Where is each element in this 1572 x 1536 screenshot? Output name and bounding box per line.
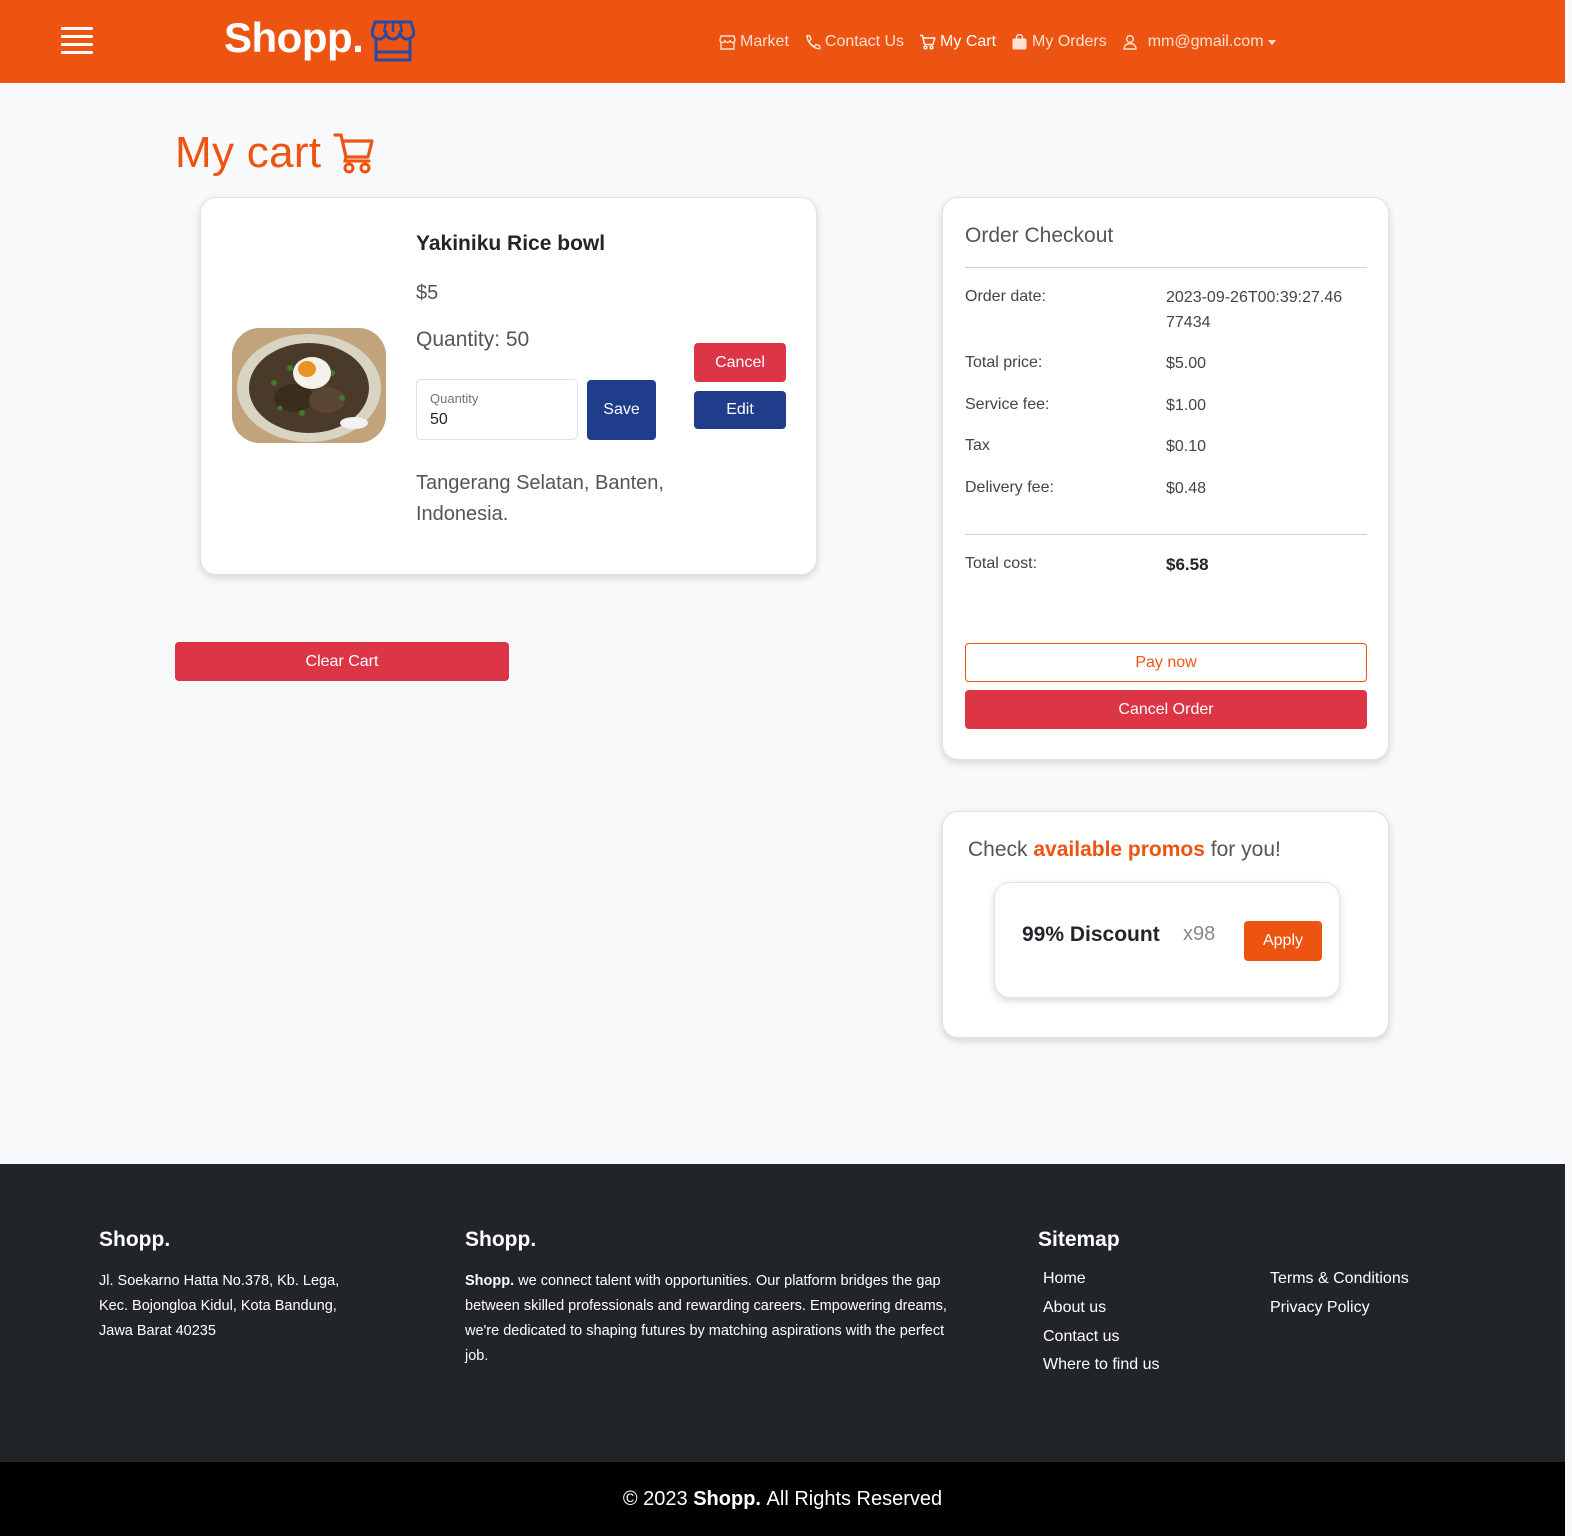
item-quantity: Quantity: 50	[416, 328, 530, 351]
promo-item: 99% Discount x98 Apply	[994, 882, 1340, 998]
footer-link-home[interactable]: Home	[1043, 1270, 1086, 1288]
nav-user-dropdown[interactable]: mm@gmail.com	[1122, 33, 1276, 51]
footer-link-contact[interactable]: Contact us	[1043, 1328, 1119, 1346]
copyright-pre: © 2023	[622, 1487, 688, 1510]
cart-icon	[920, 34, 936, 50]
quantity-input-value: 50	[430, 411, 448, 428]
total-cost-label: Total cost:	[965, 555, 1038, 572]
delivery-fee-label: Delivery fee:	[965, 479, 1054, 496]
item-address: Tangerang Selatan, Banten, Indonesia.	[416, 472, 664, 525]
page-title: My cart	[175, 128, 375, 178]
total-cost-value: $6.58	[1166, 555, 1209, 574]
promos-title: Check available promos for you!	[968, 838, 1281, 862]
hamburger-menu-icon[interactable]	[61, 27, 93, 55]
store-logo-icon	[371, 20, 415, 62]
divider	[965, 267, 1367, 268]
footer-col2-title: Shopp.	[465, 1228, 537, 1251]
clear-cart-button[interactable]: Clear Cart	[175, 642, 509, 681]
promos-title-post: for you!	[1210, 838, 1281, 861]
delivery-fee-value: $0.48	[1166, 480, 1207, 497]
copyright-post: All Rights Reserved	[766, 1487, 943, 1510]
footer: Shopp. Jl. Soekarno Hatta No.378, Kb. Le…	[0, 1164, 1565, 1462]
footer-about: Shopp. we connect talent with opportunit…	[465, 1269, 960, 1369]
footer-link-privacy[interactable]: Privacy Policy	[1270, 1299, 1370, 1317]
divider	[965, 534, 1367, 535]
order-checkout-card: Order Checkout Order date: 2023-09-26T00…	[942, 197, 1389, 760]
page-title-text: My cart	[175, 128, 322, 177]
nav-my-cart-label: My Cart	[940, 33, 997, 50]
footer-col1-title: Shopp.	[99, 1228, 171, 1251]
sitemap-title: Sitemap	[1038, 1228, 1120, 1251]
nav-my-orders[interactable]: My Orders	[1011, 33, 1107, 51]
nav-my-orders-label: My Orders	[1032, 33, 1107, 50]
navbar: Shopp. Market Contact Us My Cart My Orde…	[0, 0, 1565, 83]
food-image	[232, 328, 386, 443]
service-fee-value: $1.00	[1166, 397, 1207, 414]
copyright-bar: © 2023 Shopp. All Rights Reserved	[0, 1462, 1565, 1536]
nav-contact[interactable]: Contact Us	[804, 33, 904, 51]
cancel-button[interactable]: Cancel	[694, 343, 786, 382]
cancel-order-button[interactable]: Cancel Order	[965, 690, 1367, 729]
nav-user-email: mm@gmail.com	[1147, 33, 1264, 50]
brand-logo-text[interactable]: Shopp.	[224, 14, 364, 62]
nav-links: Market Contact Us My Cart My Orders mm@g…	[719, 30, 1291, 54]
copyright-brand: Shopp.	[693, 1487, 761, 1510]
footer-address: Jl. Soekarno Hatta No.378, Kb. Lega, Kec…	[99, 1273, 340, 1339]
quantity-input[interactable]: Quantity 50	[416, 379, 578, 440]
order-date-label: Order date:	[965, 288, 1046, 305]
promos-title-highlight: available promos	[1033, 838, 1205, 861]
edit-button[interactable]: Edit	[694, 391, 786, 429]
nav-contact-label: Contact Us	[824, 33, 905, 50]
footer-about-brand: Shopp.	[465, 1273, 515, 1289]
phone-icon	[806, 34, 821, 50]
store-icon	[719, 35, 736, 50]
order-date-value: 2023-09-26T00:39:27.4677434	[1166, 289, 1343, 331]
nav-my-cart[interactable]: My Cart	[919, 33, 996, 51]
item-price: $5	[416, 282, 439, 304]
total-price-value: $5.00	[1166, 355, 1207, 372]
item-name: Yakiniku Rice bowl	[416, 232, 606, 255]
footer-about-text: we connect talent with opportunities. Ou…	[465, 1273, 947, 1364]
nav-market-label: Market	[740, 33, 789, 50]
total-price-label: Total price:	[965, 354, 1043, 371]
save-button[interactable]: Save	[587, 380, 656, 440]
nav-market[interactable]: Market	[719, 33, 789, 51]
promo-name: 99% Discount	[1022, 923, 1160, 946]
user-icon	[1123, 35, 1137, 50]
quantity-input-label: Quantity	[430, 391, 479, 406]
promos-card: Check available promos for you! 99% Disc…	[942, 811, 1389, 1038]
apply-promo-button[interactable]: Apply	[1244, 921, 1322, 961]
tax-value: $0.10	[1166, 438, 1207, 455]
footer-link-about[interactable]: About us	[1043, 1299, 1106, 1317]
checkout-title: Order Checkout	[965, 224, 1114, 247]
cart-item-card: Yakiniku Rice bowl $5 Quantity: 50 Quant…	[200, 197, 817, 575]
footer-link-where[interactable]: Where to find us	[1043, 1356, 1160, 1374]
pay-now-button[interactable]: Pay now	[965, 643, 1367, 682]
footer-link-terms[interactable]: Terms & Conditions	[1270, 1270, 1409, 1288]
chevron-down-icon	[1267, 39, 1276, 45]
service-fee-label: Service fee:	[965, 396, 1050, 413]
promo-count: x98	[1183, 923, 1216, 945]
promos-title-pre: Check	[968, 838, 1028, 861]
cart-title-icon	[333, 133, 374, 174]
tax-label: Tax	[965, 437, 990, 454]
bag-icon	[1012, 34, 1027, 50]
